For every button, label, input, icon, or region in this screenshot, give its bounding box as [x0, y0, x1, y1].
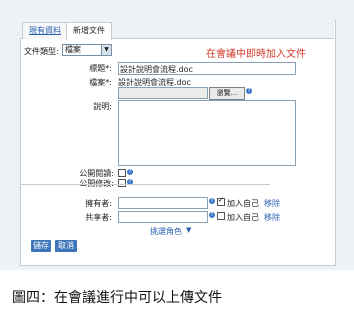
file-label: 檔案*: — [89, 78, 112, 87]
doc-type-label: 文件類型: — [24, 47, 59, 56]
tab-new-document[interactable]: 新增文件 — [66, 22, 112, 40]
help-icon[interactable]: ? — [209, 198, 215, 204]
doc-type-select[interactable]: 檔案 ▼ — [62, 44, 112, 56]
pick-role-link[interactable]: 挑選角色 — [150, 226, 182, 237]
chevron-down-icon: ▼ — [101, 45, 111, 55]
owner-add-self-checkbox[interactable] — [217, 196, 225, 206]
owner-remove-link[interactable]: 移除 — [264, 198, 280, 209]
owner-add-self-label: 加入自己 — [227, 199, 259, 208]
cosigner-label: 共享者: — [85, 213, 112, 222]
doc-type-value: 檔案 — [65, 45, 81, 54]
chevron-down-icon: ▼ — [186, 226, 192, 234]
description-textarea[interactable] — [118, 100, 296, 166]
cancel-button[interactable]: 取消 — [55, 240, 77, 252]
tab-existing-data[interactable]: 現有資料 — [22, 22, 68, 39]
realtime-note: 在會議中即時加入文件 — [206, 49, 306, 60]
title-label: 標題*: — [89, 64, 112, 73]
section-divider — [20, 184, 270, 185]
owner-input[interactable] — [118, 197, 208, 209]
tab-bar: 現有資料 新增文件 — [20, 20, 334, 40]
save-button[interactable]: 儲存 — [31, 240, 51, 252]
cosigner-input[interactable] — [118, 211, 208, 223]
help-icon[interactable]: ? — [127, 169, 133, 175]
figure-caption: 圖四：在會議進行中可以上傳文件 — [12, 290, 222, 306]
title-value: 設計說明會流程.doc — [120, 65, 193, 74]
file-path-input[interactable] — [118, 87, 208, 99]
title-input[interactable]: 設計說明會流程.doc — [118, 62, 296, 75]
public-read-checkbox[interactable] — [118, 169, 126, 177]
browse-button[interactable]: 瀏覽... — [209, 87, 245, 100]
help-icon[interactable]: ? — [246, 88, 252, 94]
cosigner-add-self-label: 加入自己 — [227, 213, 259, 222]
owner-label: 擁有者: — [85, 199, 112, 208]
public-edit-checkbox[interactable] — [118, 179, 126, 187]
cosigner-remove-link[interactable]: 移除 — [264, 212, 280, 223]
description-label: 說明: — [93, 102, 112, 111]
cosigner-add-self-checkbox[interactable] — [217, 212, 225, 220]
help-icon[interactable]: ? — [209, 212, 215, 218]
